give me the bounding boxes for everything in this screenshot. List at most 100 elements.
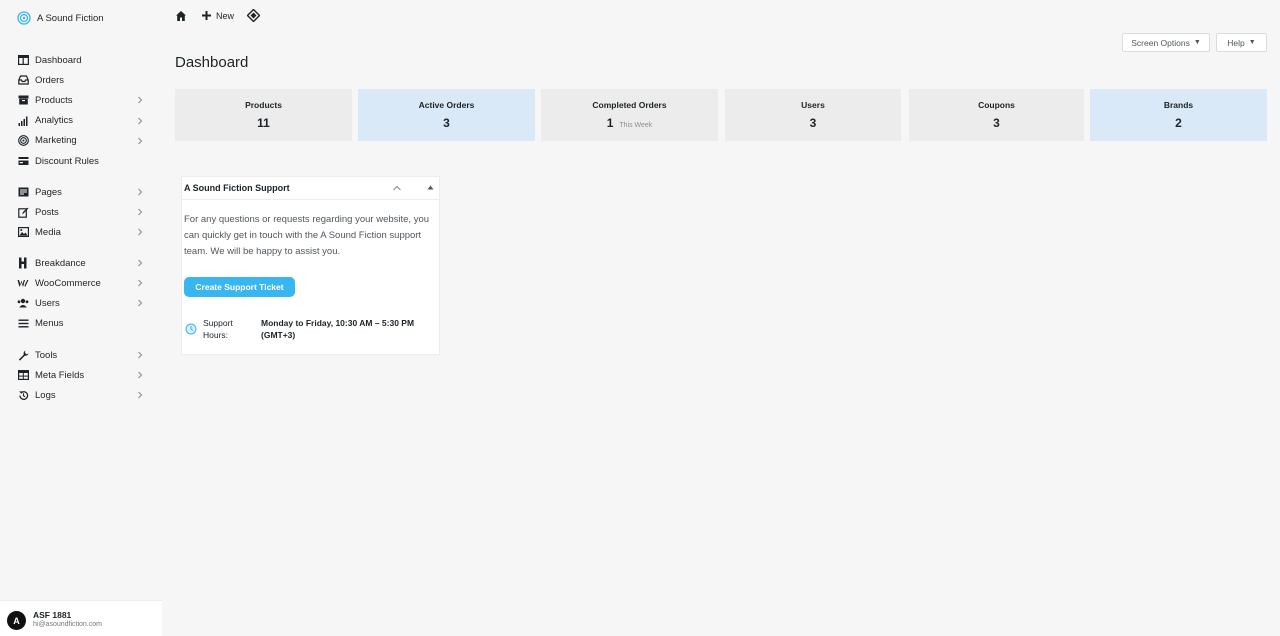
chevron-right-icon [136, 96, 144, 104]
sidebar-item-woocommerce[interactable]: WooCommerce [0, 273, 162, 293]
dashboard-icon [17, 54, 29, 66]
sidebar-item-label: Logs [35, 389, 56, 401]
stat-card-completed-orders[interactable]: Completed Orders 1 This Week [541, 89, 718, 141]
stat-value-row: 1 This Week [541, 116, 718, 130]
stat-value: 11 [257, 116, 270, 130]
page-title: Dashboard [175, 54, 249, 71]
card-icon [17, 155, 29, 167]
sidebar-item-label: Menus [35, 318, 64, 330]
archive-icon [17, 94, 29, 106]
sidebar-item-label: Users [35, 297, 60, 309]
create-support-ticket-button[interactable]: Create Support Ticket [184, 277, 295, 297]
chevron-right-icon [136, 188, 144, 196]
caret-down-icon: ▼ [1248, 39, 1256, 46]
users-icon [17, 297, 29, 309]
avatar: A [7, 611, 26, 630]
sidebar-item-label: Analytics [35, 115, 74, 127]
stat-value-row: 3 [358, 116, 535, 130]
sidebar-item-breakdance[interactable]: Breakdance [0, 253, 162, 273]
support-widget-title: A Sound Fiction Support [184, 183, 290, 193]
home-icon[interactable] [175, 10, 187, 22]
sidebar-item-meta-fields[interactable]: Meta Fields [0, 365, 162, 385]
breakdance-icon [17, 257, 29, 269]
breakdance-diamond-icon[interactable] [247, 9, 260, 22]
sidebar-group: Tools Meta Fields Logs [0, 345, 162, 406]
sidebar-item-discount-rules[interactable]: Discount Rules [0, 151, 162, 171]
chevron-right-icon [136, 351, 144, 359]
user-card[interactable]: A ASF 1881 hi@asoundfiction.com [0, 600, 162, 636]
stat-label: Users [801, 100, 825, 110]
sidebar-item-pages[interactable]: Pages [0, 182, 162, 202]
sidebar-item-dashboard[interactable]: Dashboard [0, 50, 162, 70]
top-toolbar: New [162, 0, 1280, 34]
stat-value-row: 3 [725, 116, 901, 130]
stat-label: Products [245, 100, 282, 110]
sidebar-item-products[interactable]: Products [0, 90, 162, 110]
screen-options-label: Screen Options [1131, 37, 1190, 48]
user-name: ASF 1881 [33, 610, 72, 620]
sidebar-item-label: Dashboard [35, 54, 82, 66]
support-widget-header: A Sound Fiction Support [182, 177, 439, 200]
sidebar-item-label: Meta Fields [35, 369, 85, 381]
sidebar-item-menus[interactable]: Menus [0, 314, 162, 334]
stat-card-active-orders[interactable]: Active Orders 3 [358, 89, 535, 141]
sidebar-item-label: Pages [35, 186, 62, 198]
brand[interactable]: A Sound Fiction [17, 11, 104, 25]
stat-card-users[interactable]: Users 3 [725, 89, 901, 141]
stat-label: Completed Orders [592, 100, 667, 110]
stat-card-coupons[interactable]: Coupons 3 [909, 89, 1084, 141]
sidebar-group: Dashboard Orders Products Analytics Marketin… [0, 50, 162, 171]
support-widget: A Sound Fiction Support For any question… [181, 176, 440, 355]
bar-chart-icon [17, 115, 29, 127]
sidebar-item-label: Breakdance [35, 257, 86, 269]
stat-label: Brands [1163, 100, 1194, 110]
pages-icon [17, 186, 29, 198]
sidebar-item-analytics[interactable]: Analytics [0, 111, 162, 131]
sidebar-item-posts[interactable]: Posts [0, 202, 162, 222]
chevron-up-icon[interactable] [392, 183, 402, 193]
wrench-icon [17, 349, 29, 361]
sidebar-group: Pages Posts Media [0, 182, 162, 243]
sidebar-item-tools[interactable]: Tools [0, 345, 162, 365]
stat-card-brands[interactable]: Brands 2 [1090, 89, 1267, 141]
chevron-right-icon [136, 391, 144, 399]
inbox-icon [17, 74, 29, 86]
sidebar-item-media[interactable]: Media [0, 222, 162, 242]
table-icon [17, 369, 29, 381]
plus-icon [202, 11, 211, 20]
chevron-right-icon [136, 371, 144, 379]
sidebar-item-users[interactable]: Users [0, 293, 162, 313]
support-hours-label: Support Hours: [203, 318, 233, 340]
stat-label: Coupons [978, 100, 1015, 110]
chevron-right-icon [136, 299, 144, 307]
new-button[interactable]: New [201, 10, 234, 21]
brand-name: A Sound Fiction [37, 12, 104, 24]
sidebar-item-label: Tools [35, 349, 58, 361]
stat-value: 3 [809, 116, 817, 130]
sidebar-item-label: Orders [35, 74, 65, 86]
stat-card-products[interactable]: Products 11 [175, 89, 352, 141]
sidebar-group: Breakdance WooCommerce Users Menus [0, 253, 162, 334]
stat-value: 2 [1175, 116, 1182, 130]
stat-value-row: 11 [175, 116, 352, 130]
help-button[interactable]: Help ▼ [1216, 33, 1267, 52]
chevron-right-icon [136, 259, 144, 267]
support-description: For any questions or requests regarding … [184, 214, 430, 257]
chevron-right-icon [136, 228, 144, 236]
chevron-right-icon [136, 208, 144, 216]
sidebar-item-marketing[interactable]: Marketing [0, 131, 162, 151]
clock-icon [185, 323, 197, 335]
help-label: Help [1227, 37, 1245, 48]
menu-icon [17, 318, 29, 330]
history-icon [17, 389, 29, 401]
caret-down-icon: ▼ [1193, 39, 1201, 46]
sidebar-item-orders[interactable]: Orders [0, 70, 162, 90]
sidebar-item-logs[interactable]: Logs [0, 385, 162, 405]
collapse-triangle-icon[interactable] [427, 184, 434, 191]
edit-icon [17, 206, 29, 218]
sidebar-item-label: Posts [35, 206, 59, 218]
sidebar-item-label: Products [35, 94, 73, 106]
screen-options-button[interactable]: Screen Options ▼ [1122, 33, 1210, 52]
stat-value-row: 2 [1090, 116, 1267, 130]
sidebar-item-label: Discount Rules [35, 155, 99, 167]
